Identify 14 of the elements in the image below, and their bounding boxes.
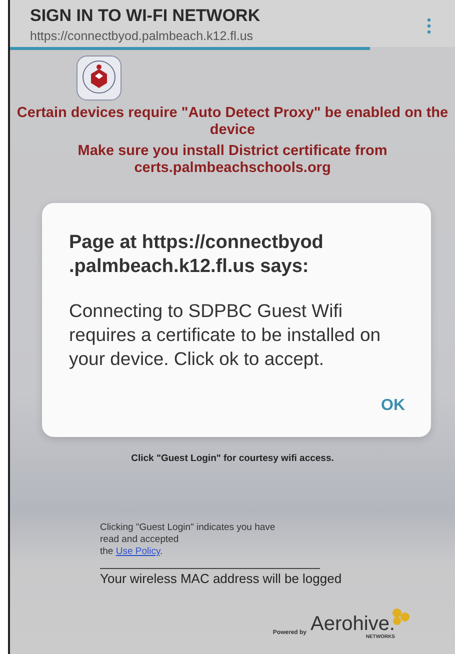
warning-text: Certain devices require "Auto Detect Proxy" be enabled on the device [16,105,450,139]
window-title: SIGN IN TO WI-FI NETWORK [30,6,260,26]
warning-text: Make sure you install District certificate from certs.palmbeachschools.org [76,143,388,177]
guest-hint-text: Click "Guest Login" for courtesy wifi access. [130,453,335,464]
dialog-message: Connecting to SDPBC Guest Wifi requires a certificate to be installed on your device. Click ok to accept. [69,299,382,371]
more-options-icon[interactable] [427,18,431,34]
dialog-title: Page at https://connectbyod .palmbeach.k12.fl.us says: [69,231,324,279]
url-text: https://connectbyod.palmbeach.k12.fl.us [30,29,254,43]
policy-text: Clicking "Guest Login" indicates you have read and accepted the Use Policy. [100,522,276,558]
mac-notice-text: Your wireless MAC address will be logged [100,571,343,586]
use-policy-link[interactable]: Use Policy [116,546,160,557]
school-logo-icon [76,55,122,101]
brand-name: Aerohive. [310,614,395,634]
ok-button[interactable]: OK [381,393,405,419]
